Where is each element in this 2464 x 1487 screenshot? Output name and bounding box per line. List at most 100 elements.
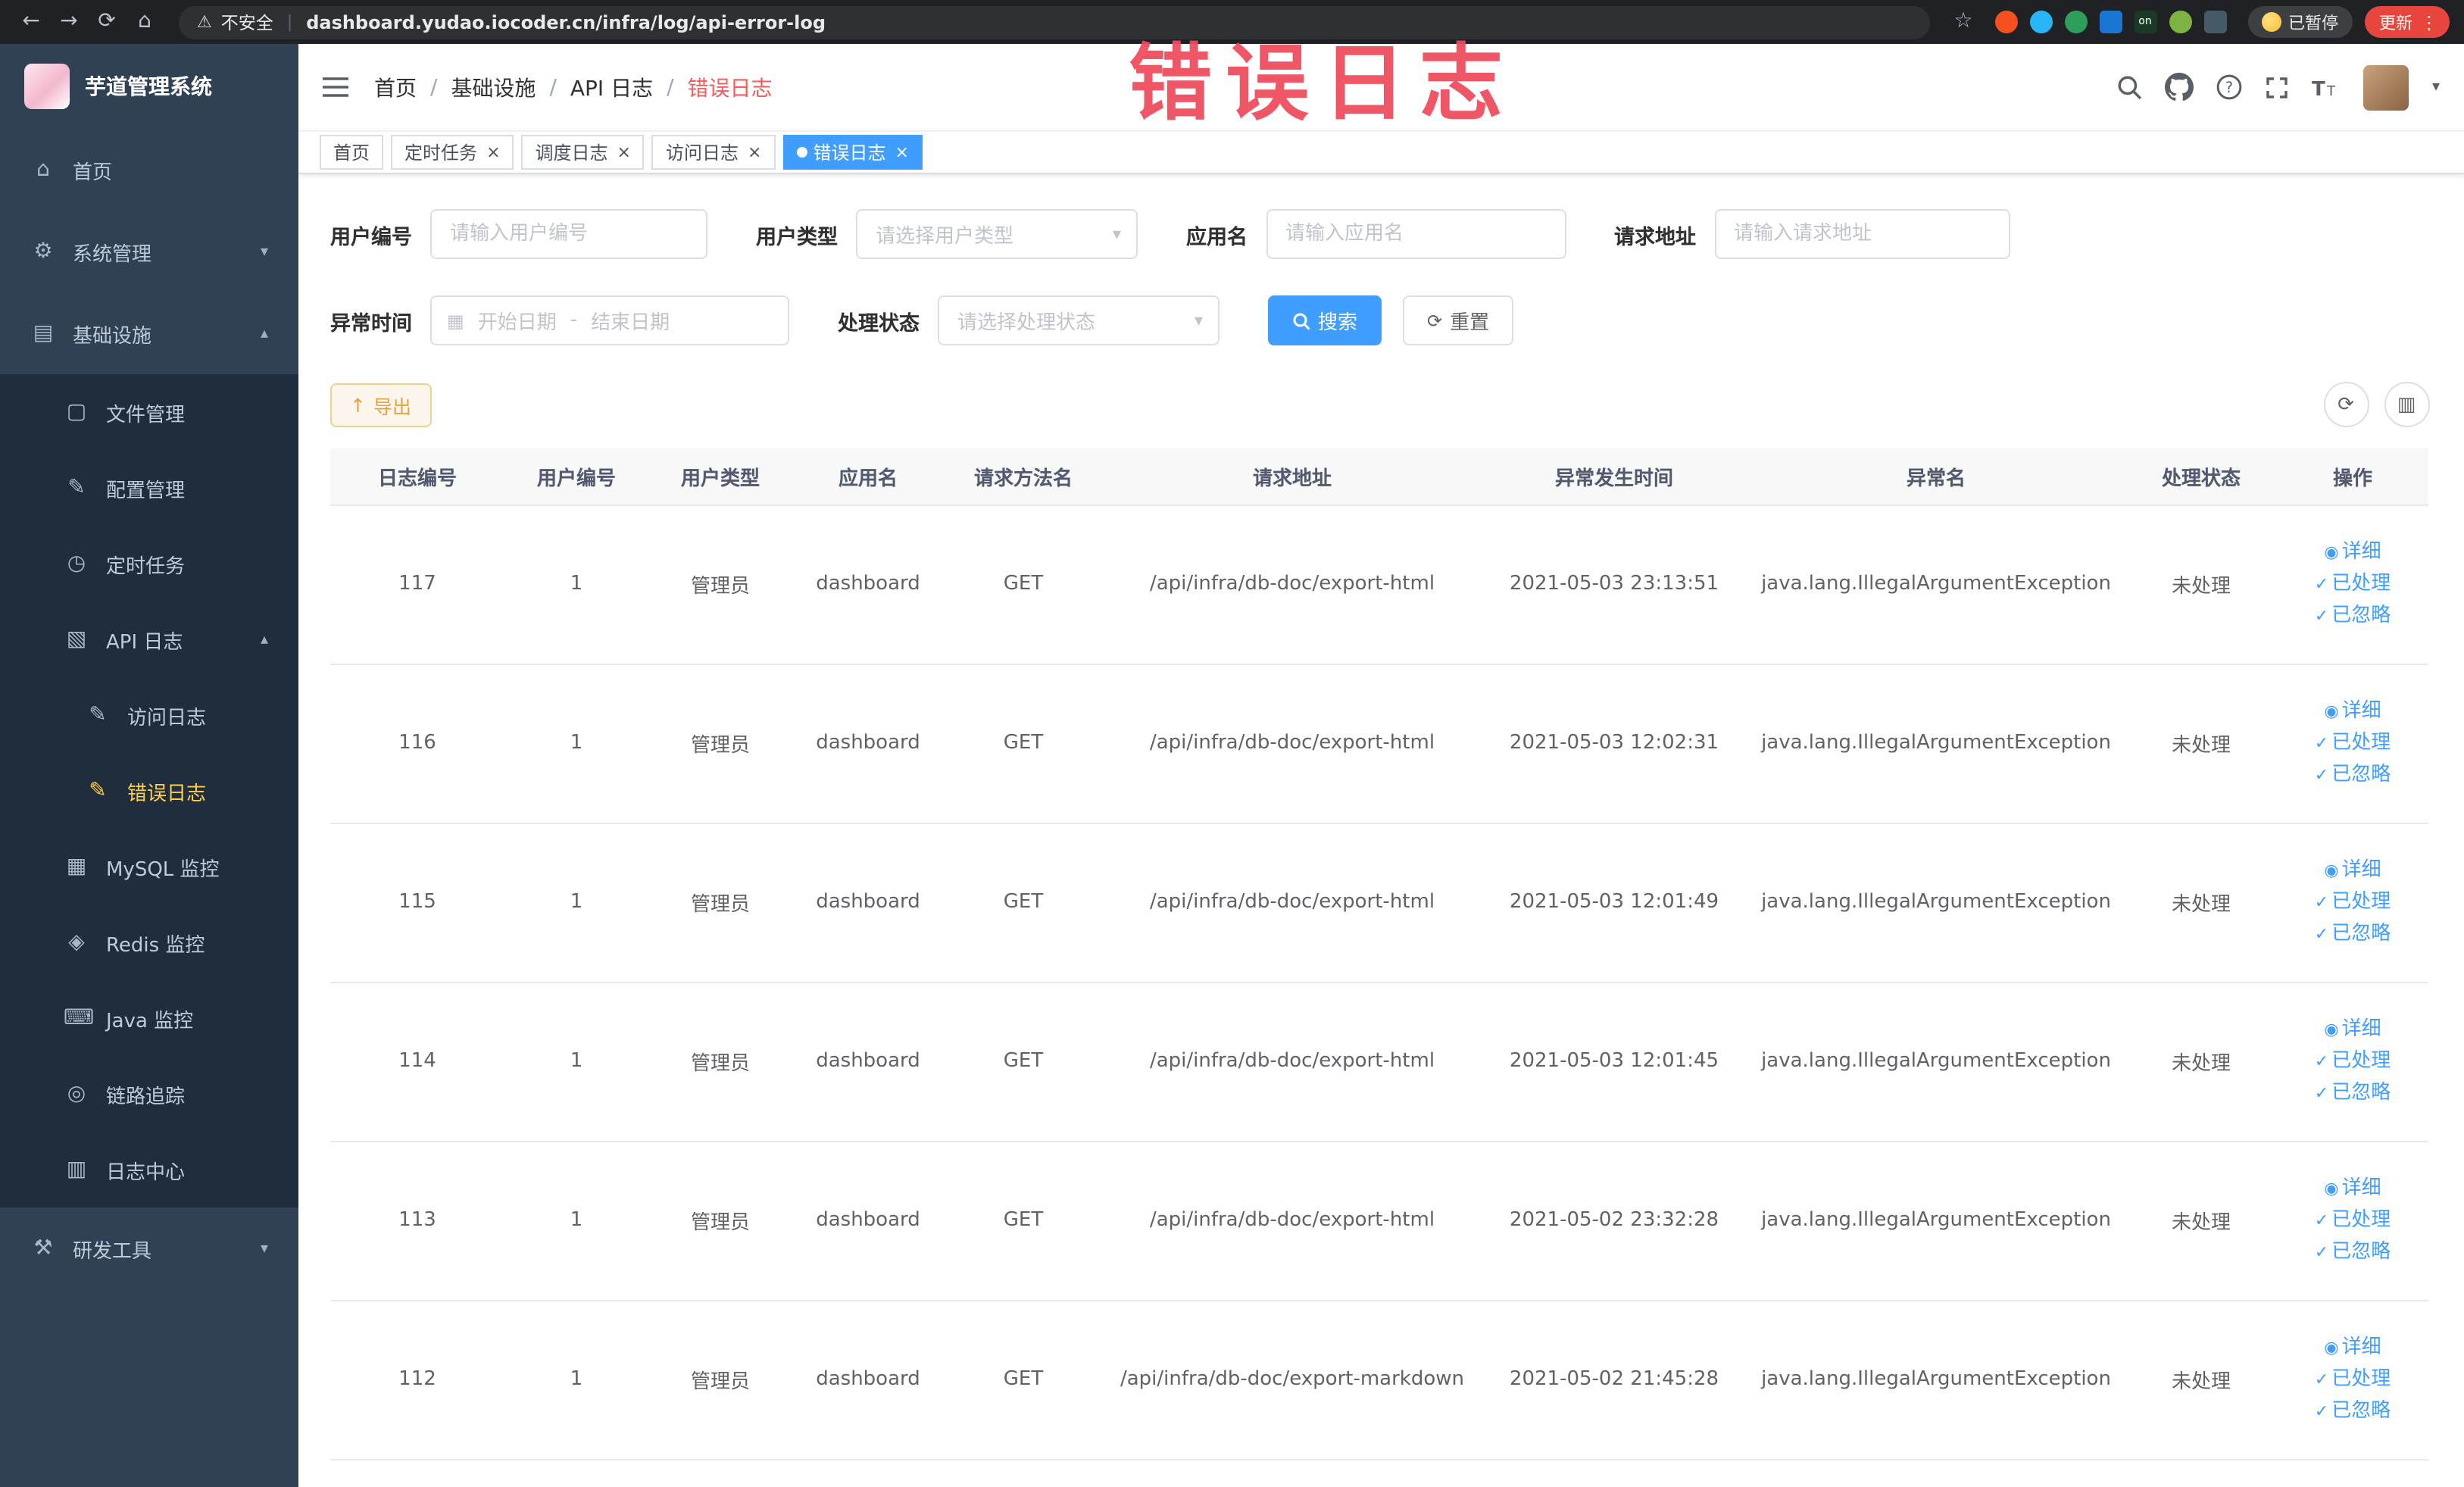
sidebar-item-Redis 监控[interactable]: ◈ Redis 监控 [0, 904, 298, 980]
tab-定时任务[interactable]: 定时任务 × [391, 135, 514, 170]
avatar-caret-icon[interactable]: ▾ [2432, 79, 2440, 95]
detail-link[interactable]: ◉ 详细 [2283, 695, 2422, 727]
mark-ignored-link[interactable]: ✓ 已忽略 [2283, 918, 2422, 950]
detail-link[interactable]: ◉ 详细 [2283, 1014, 2422, 1045]
extension-icon-orange[interactable] [1994, 11, 2017, 33]
sidebar-item-首页[interactable]: ⌂ 首页 [0, 129, 298, 211]
refresh-table-button[interactable]: ⟳ [2323, 382, 2369, 427]
reset-button[interactable]: ⟳ 重置 [1403, 295, 1514, 345]
app-name-input[interactable] [1266, 209, 1566, 259]
user-avatar[interactable] [2363, 64, 2409, 110]
breadcrumb-item[interactable]: 基础设施 [451, 72, 536, 102]
extension-icon-blue-drop[interactable] [2029, 11, 2052, 33]
detail-link[interactable]: ◉ 详细 [2283, 536, 2422, 568]
column-settings-button[interactable]: ▥ [2384, 382, 2429, 427]
bookmark-star-icon[interactable]: ☆ [1947, 6, 1979, 38]
paused-label: 已暂停 [2288, 13, 2338, 33]
sidebar-item-链路追踪[interactable]: ◎ 链路追踪 [0, 1056, 298, 1132]
user-type-select[interactable]: 请选择用户类型 ▾ [856, 209, 1138, 259]
forward-icon[interactable]: → [53, 6, 85, 38]
mark-processed-link[interactable]: ✓ 已处理 [2283, 1045, 2422, 1077]
tab-错误日志[interactable]: 错误日志 × [782, 135, 923, 170]
action-label: 详细 [2341, 1018, 2381, 1041]
start-date-placeholder: 开始日期 [477, 312, 557, 335]
sidebar-item-错误日志[interactable]: ✎ 错误日志 [0, 753, 298, 829]
fullscreen-icon[interactable] [2266, 75, 2290, 99]
cell-app-name: dashboard [792, 982, 944, 1142]
table-tools: ⟳ ▥ [2323, 382, 2429, 427]
profile-paused-badge[interactable]: 已暂停 [2247, 6, 2352, 38]
address-bar[interactable]: ⚠ 不安全 | dashboard.yudao.iocoder.cn/infra… [179, 5, 1929, 39]
tab-调度日志[interactable]: 调度日志 × [521, 135, 645, 170]
detail-link[interactable]: ◉ 详细 [2283, 854, 2422, 886]
mark-ignored-link[interactable]: ✓ 已忽略 [2283, 759, 2422, 791]
sidebar-item-研发工具[interactable]: ⚒ 研发工具 ▾ [0, 1207, 298, 1289]
close-tab-icon[interactable]: × [617, 142, 631, 162]
extension-icon-switch-on[interactable]: on [2134, 11, 2156, 33]
sidebar-item-API 日志[interactable]: ▧ API 日志 ▴ [0, 601, 298, 677]
table-row: 116 1 管理员 dashboard GET/api/infra/db-doc/exp… [330, 664, 2428, 823]
sidebar-item-MySQL 监控[interactable]: ▦ MySQL 监控 [0, 829, 298, 904]
user-id-input[interactable] [430, 209, 707, 259]
mark-ignored-link[interactable]: ✓ 已忽略 [2283, 1236, 2422, 1268]
cell-app-name: dashboard [792, 505, 944, 664]
mark-ignored-link[interactable]: ✓ 已忽略 [2283, 1077, 2422, 1109]
sidebar-item-系统管理[interactable]: ⚙ 系统管理 ▾ [0, 211, 298, 292]
sidebar-item-Java 监控[interactable]: ⌨ Java 监控 [0, 980, 298, 1056]
cell-request-url: /api/infra/db-doc/export-html [1103, 664, 1482, 823]
export-button[interactable]: ↑ 导出 [330, 383, 431, 426]
table-header-row: 日志编号 用户编号 用户类型 应用名 请求方法名 请求地址 异常发生时间 异常名 处理状态 操作 [330, 448, 2428, 505]
request-url-input[interactable] [1714, 209, 2010, 259]
exception-time-label: 异常时间 [330, 311, 412, 336]
extension-icon-paw[interactable] [2203, 11, 2226, 33]
tab-首页[interactable]: 首页 [320, 135, 384, 170]
check-icon: ✓ [2314, 1083, 2329, 1103]
font-size-icon[interactable]: TT [2313, 75, 2341, 99]
github-icon[interactable] [2165, 73, 2194, 102]
mark-ignored-link[interactable]: ✓ 已忽略 [2283, 1395, 2422, 1427]
help-icon[interactable]: ? [2217, 74, 2243, 100]
mark-processed-link[interactable]: ✓ 已处理 [2283, 1204, 2422, 1236]
detail-link[interactable]: ◉ 详细 [2283, 1173, 2422, 1204]
breadcrumb-item[interactable]: 首页 [374, 72, 417, 102]
detail-link[interactable]: ◉ 详细 [2283, 1332, 2422, 1364]
mark-ignored-link[interactable]: ✓ 已忽略 [2283, 600, 2422, 632]
app-logo[interactable]: 芋道管理系统 [0, 44, 298, 129]
browser-home-icon[interactable]: ⌂ [129, 6, 161, 38]
tab-访问日志[interactable]: 访问日志 × [651, 135, 776, 170]
process-status-select[interactable]: 请选择处理状态 ▾ [938, 295, 1220, 345]
security-chip[interactable]: 不安全 [221, 10, 273, 34]
extension-icon-green[interactable] [2064, 11, 2087, 33]
header-search-icon[interactable] [2117, 74, 2143, 100]
close-tab-icon[interactable]: × [895, 142, 908, 162]
back-icon[interactable]: ← [15, 6, 47, 38]
mark-processed-link[interactable]: ✓ 已处理 [2283, 568, 2422, 600]
extension-icon-leaf[interactable] [2169, 11, 2191, 33]
close-tab-icon[interactable]: × [748, 142, 761, 162]
search-button[interactable]: 搜索 [1268, 295, 1382, 345]
mark-processed-link[interactable]: ✓ 已处理 [2283, 1364, 2422, 1395]
refresh-icon: ⟳ [1427, 310, 1443, 331]
chrome-update-button[interactable]: 更新 ⋮ [2364, 6, 2449, 38]
close-tab-icon[interactable]: × [486, 142, 500, 162]
sidebar-toggle-icon[interactable] [323, 76, 348, 98]
cell-request-url: /api/infra/db-doc/export-html [1103, 823, 1482, 982]
reload-icon[interactable]: ⟳ [91, 6, 123, 38]
sidebar-item-定时任务[interactable]: ◷ 定时任务 [0, 526, 298, 601]
sidebar-item-label: 文件管理 [106, 404, 186, 426]
breadcrumb-item[interactable]: API 日志 [570, 72, 653, 102]
check-icon: ✓ [2314, 574, 2329, 594]
action-label: 详细 [2341, 1336, 2381, 1359]
sidebar-item-基础设施[interactable]: ▤ 基础设施 ▴ [0, 292, 298, 374]
mark-processed-link[interactable]: ✓ 已处理 [2283, 727, 2422, 759]
exception-time-range[interactable]: ▦ 开始日期 - 结束日期 [430, 295, 789, 345]
process-status-label: 处理状态 [838, 311, 920, 336]
sidebar-item-日志中心[interactable]: ▥ 日志中心 [0, 1132, 298, 1207]
sidebar-item-配置管理[interactable]: ✎ 配置管理 [0, 450, 298, 526]
table-toolbar: ↑ 导出 ⟳ ▥ [330, 382, 2429, 427]
mark-processed-link[interactable]: ✓ 已处理 [2283, 886, 2422, 918]
sidebar-item-文件管理[interactable]: ▢ 文件管理 [0, 374, 298, 450]
breadcrumb: 首页 / 基础设施 / API 日志 / 错误日志 [374, 72, 773, 102]
sidebar-item-访问日志[interactable]: ✎ 访问日志 [0, 677, 298, 753]
extension-icon-blue-grid[interactable] [2099, 11, 2122, 33]
